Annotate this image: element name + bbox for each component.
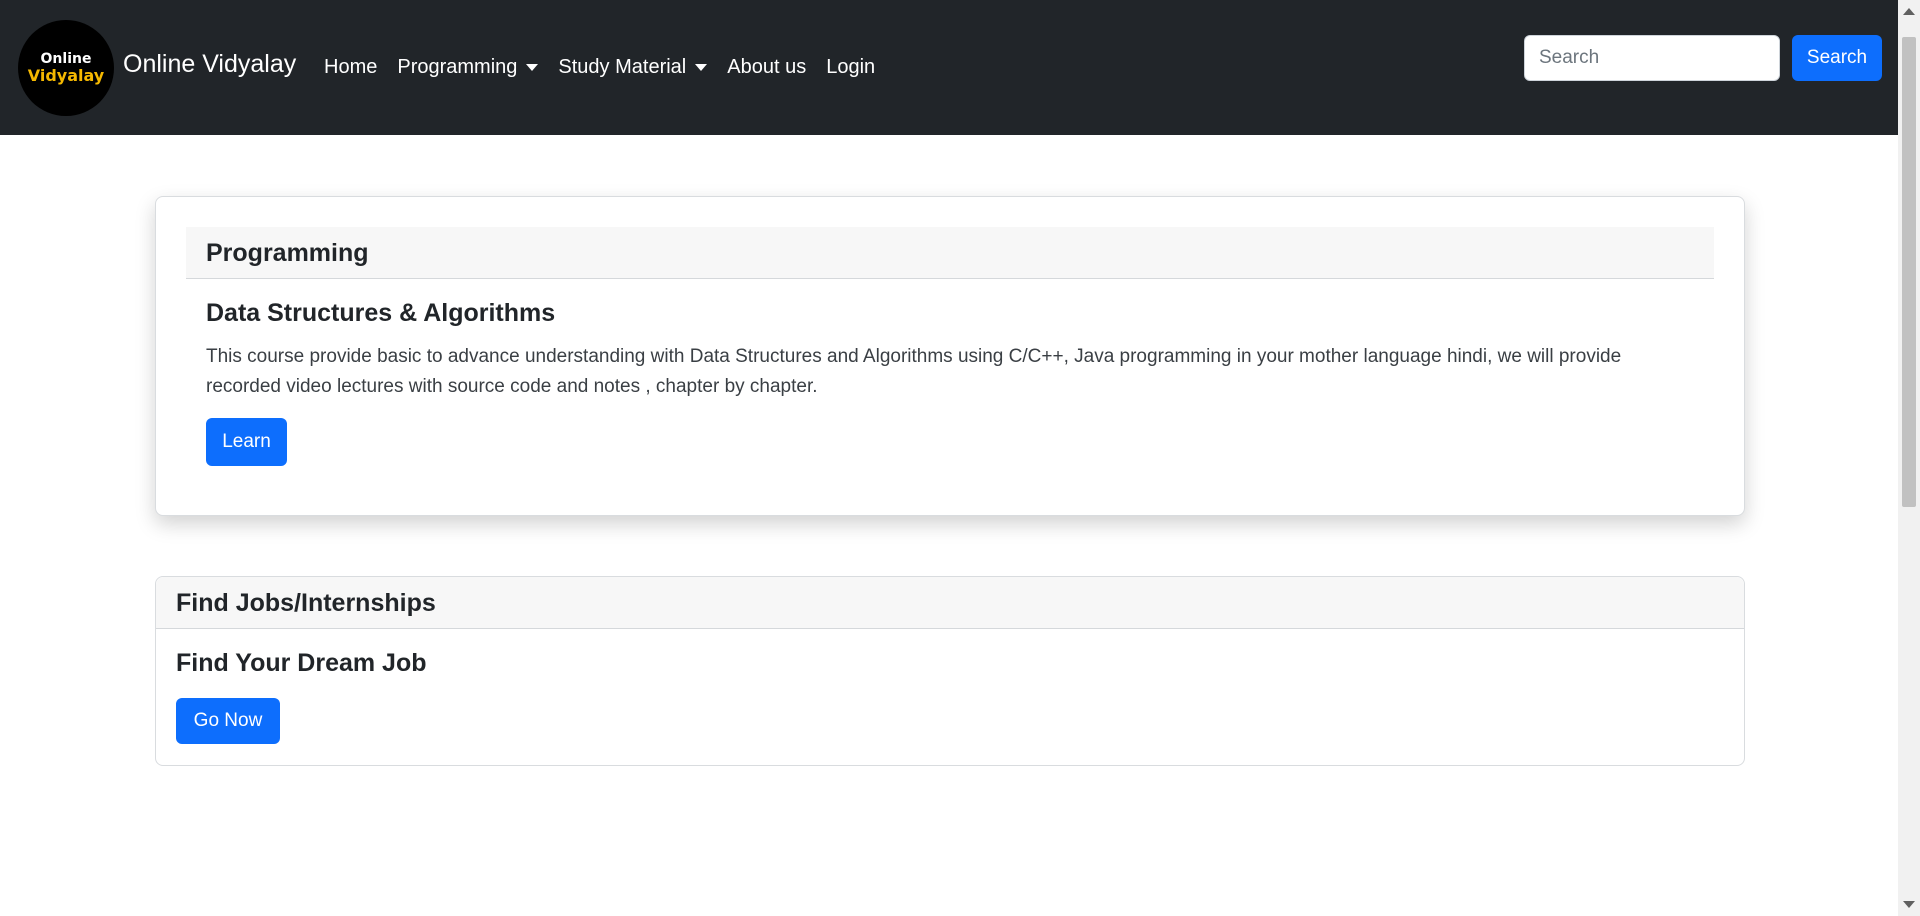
nav-menu: Home Programming Study Material About us… (324, 56, 895, 79)
scroll-up-arrow-icon[interactable] (1903, 8, 1915, 15)
site-logo[interactable]: Online Vidyalay (18, 20, 114, 116)
logo-text-line2: Vidyalay (27, 65, 105, 85)
jobs-card: Find Jobs/Internships Find Your Dream Jo… (155, 576, 1745, 766)
nav-study-material-dropdown[interactable]: Study Material (558, 56, 708, 79)
navbar: Online Vidyalay Online Vidyalay Home Pro… (0, 0, 1898, 135)
nav-login-label: Login (826, 56, 876, 78)
brand-name[interactable]: Online Vidyalay (123, 50, 296, 79)
nav-programming-label: Programming (397, 56, 518, 78)
caret-down-icon (695, 64, 708, 71)
nav-programming-dropdown[interactable]: Programming (397, 56, 539, 79)
vertical-scrollbar[interactable] (1898, 0, 1920, 916)
go-now-button[interactable]: Go Now (176, 698, 280, 744)
jobs-title: Find Your Dream Job (176, 649, 427, 677)
caret-down-icon (526, 64, 539, 71)
search-button[interactable]: Search (1792, 35, 1882, 81)
nav-login[interactable]: Login (826, 56, 875, 79)
programming-card: Programming Data Structures & Algorithms… (155, 196, 1745, 516)
nav-home-label: Home (324, 56, 378, 78)
scroll-down-arrow-icon[interactable] (1903, 901, 1915, 908)
scrollbar-thumb[interactable] (1902, 37, 1916, 507)
learn-button[interactable]: Learn (206, 418, 287, 466)
jobs-card-header: Find Jobs/Internships (156, 577, 1744, 629)
programming-card-header: Programming (186, 227, 1714, 279)
nav-about-us[interactable]: About us (727, 56, 806, 79)
nav-home[interactable]: Home (324, 56, 377, 79)
search-input[interactable] (1524, 35, 1780, 81)
logo-text-line1: Online (40, 50, 92, 67)
course-description: This course provide basic to advance und… (206, 346, 1622, 397)
nav-about-us-label: About us (727, 56, 807, 78)
course-title: Data Structures & Algorithms (206, 299, 556, 327)
nav-study-material-label: Study Material (558, 56, 687, 78)
